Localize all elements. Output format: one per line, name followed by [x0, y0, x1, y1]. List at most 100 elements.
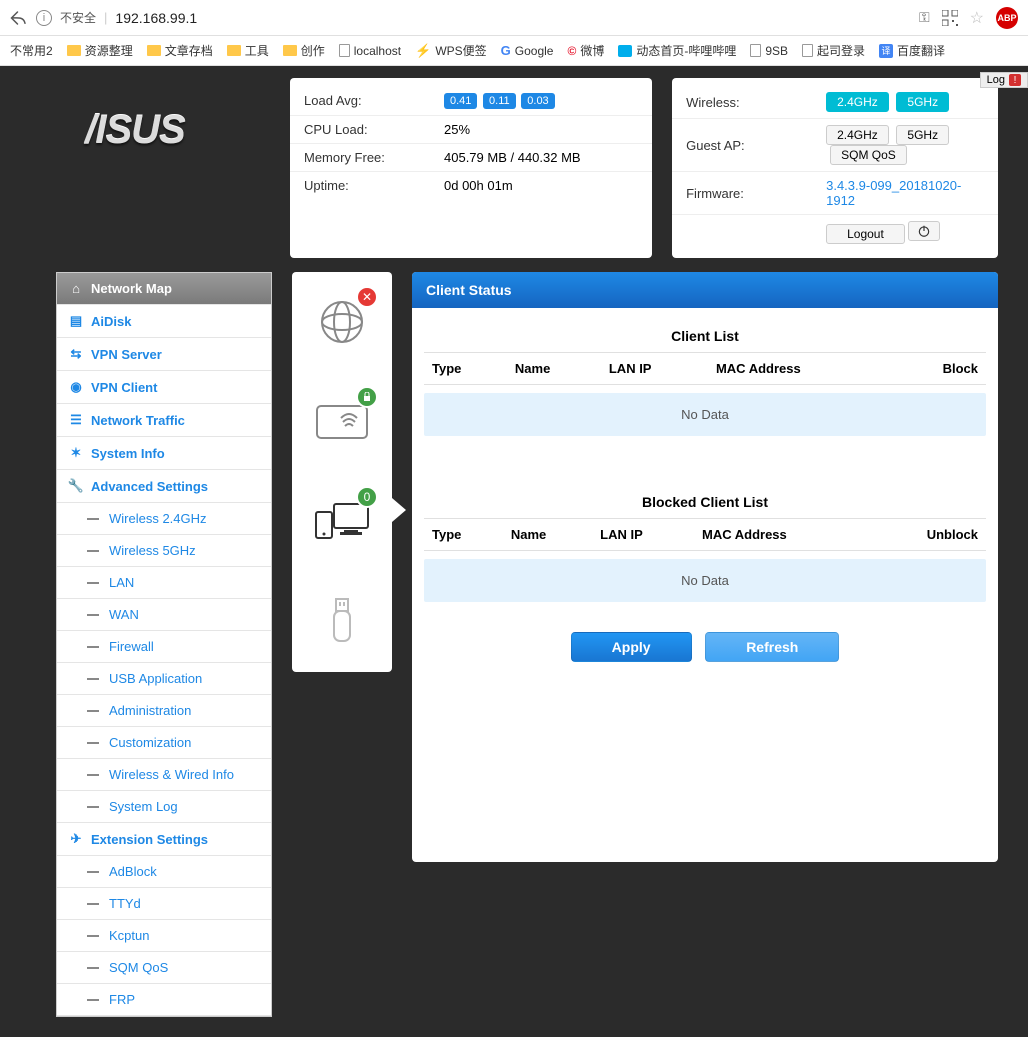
bookmark-item[interactable]: ©微博: [567, 42, 604, 59]
globe-icon: ◉: [69, 379, 83, 395]
bookmark-star-icon[interactable]: ☆: [970, 8, 984, 28]
cpu-load-link[interactable]: CPU Load:: [290, 116, 430, 144]
bookmark-item[interactable]: 动态首页-哔哩哔哩: [618, 42, 736, 59]
sidebar-sub-administration[interactable]: Administration: [57, 695, 271, 727]
guest-5ghz-button[interactable]: 5GHz: [896, 125, 949, 145]
sidebar-item-advanced-settings[interactable]: 🔧Advanced Settings: [57, 470, 271, 503]
translate-icon: 译: [879, 44, 893, 58]
wireless-24ghz-button[interactable]: 2.4GHz: [826, 92, 889, 112]
page-icon: [802, 44, 813, 57]
bookmark-item[interactable]: ⚡WPS便签: [415, 42, 487, 59]
sidebar-sub-kcptun[interactable]: Kcptun: [57, 920, 271, 952]
bars-icon: ☰: [69, 412, 83, 428]
bolt-icon: ⚡: [415, 43, 431, 59]
google-icon: G: [501, 43, 511, 58]
disk-icon: ▤: [69, 313, 83, 329]
col-type: Type: [424, 353, 507, 385]
sidebar-item-system-info[interactable]: ✶System Info: [57, 437, 271, 470]
sidebar-sub-usb[interactable]: USB Application: [57, 663, 271, 695]
bookmark-item[interactable]: 起司登录: [802, 42, 865, 59]
sidebar-sub-wan[interactable]: WAN: [57, 599, 271, 631]
wireless-status-icon[interactable]: [312, 392, 372, 452]
log-tab[interactable]: Log!: [980, 72, 1028, 88]
password-key-icon[interactable]: ⚿: [919, 9, 930, 26]
refresh-button[interactable]: Refresh: [705, 632, 839, 662]
apply-button[interactable]: Apply: [571, 632, 692, 662]
usb-status-icon[interactable]: [312, 592, 372, 652]
sidebar-item-network-traffic[interactable]: ☰Network Traffic: [57, 404, 271, 437]
firmware-label: Firmware:: [672, 172, 812, 215]
bookmark-item[interactable]: 资源整理: [67, 42, 133, 59]
col-name: Name: [507, 353, 601, 385]
bookmark-item[interactable]: 不常用2: [10, 42, 53, 59]
bookmark-item[interactable]: GGoogle: [501, 43, 554, 58]
loadavg-value: 0.41 0.11 0.03: [430, 86, 652, 116]
col-lanip: LAN IP: [592, 519, 694, 551]
loadavg-label: Load Avg:: [290, 86, 430, 116]
warning-icon: !: [1009, 74, 1021, 86]
sidebar-item-aidisk[interactable]: ▤AiDisk: [57, 305, 271, 338]
count-badge: 0: [356, 486, 378, 508]
sidebar-sub-wireless-wired-info[interactable]: Wireless & Wired Info: [57, 759, 271, 791]
bookmark-item[interactable]: 创作: [283, 42, 325, 59]
bookmark-item[interactable]: 9SB: [750, 44, 788, 58]
client-status-panel: Client Status Client List Type Name LAN …: [412, 272, 998, 862]
firmware-link[interactable]: 3.4.3.9-099_20181020-1912: [812, 172, 998, 215]
col-type: Type: [424, 519, 503, 551]
folder-icon: [67, 45, 81, 56]
guest-ap-buttons: 2.4GHz 5GHz SQM QoS: [812, 119, 998, 172]
memory-free-link[interactable]: Memory Free:: [290, 144, 430, 172]
internet-status-icon[interactable]: ✕: [312, 292, 372, 352]
page-icon: [750, 44, 761, 57]
sidebar-sub-firewall[interactable]: Firewall: [57, 631, 271, 663]
adblock-plus-icon[interactable]: ABP: [996, 7, 1018, 29]
folder-icon: [227, 45, 241, 56]
sidebar-sub-system-log[interactable]: System Log: [57, 791, 271, 823]
sidebar-sub-customization[interactable]: Customization: [57, 727, 271, 759]
sidebar-sub-adblock[interactable]: AdBlock: [57, 856, 271, 888]
sidebar-sub-lan[interactable]: LAN: [57, 567, 271, 599]
sidebar-sub-sqm-qos[interactable]: SQM QoS: [57, 952, 271, 984]
blocked-list-nodata: No Data: [424, 559, 986, 602]
uptime-label: Uptime:: [290, 172, 430, 200]
guest-24ghz-button[interactable]: 2.4GHz: [826, 125, 889, 145]
sidebar-item-extension-settings[interactable]: ✈Extension Settings: [57, 823, 271, 856]
sidebar-sub-wireless-5[interactable]: Wireless 5GHz: [57, 535, 271, 567]
uptime-value: 0d 00h 01m: [430, 172, 652, 200]
sidebar-item-vpn-server[interactable]: ⇆VPN Server: [57, 338, 271, 371]
url-text[interactable]: 192.168.99.1: [115, 10, 197, 26]
lock-badge-icon: [356, 386, 378, 408]
insecure-label: 不安全: [60, 9, 96, 26]
bookmark-item[interactable]: 工具: [227, 42, 269, 59]
site-info-icon[interactable]: i: [36, 10, 52, 26]
back-icon[interactable]: [10, 9, 28, 27]
sidebar-sub-ttyd[interactable]: TTYd: [57, 888, 271, 920]
panel-title: Client Status: [412, 272, 998, 308]
page-icon: [339, 44, 350, 57]
memory-free-value: 405.79 MB / 440.32 MB: [430, 144, 652, 172]
bookmark-item[interactable]: 译百度翻译: [879, 42, 945, 59]
client-list-nodata: No Data: [424, 393, 986, 436]
guest-ap-label: Guest AP:: [672, 119, 812, 172]
sidebar-item-network-map[interactable]: ⌂Network Map: [57, 273, 271, 305]
col-name: Name: [503, 519, 592, 551]
sidebar-item-vpn-client[interactable]: ◉VPN Client: [57, 371, 271, 404]
folder-icon: [147, 45, 161, 56]
clients-status-icon[interactable]: 0: [312, 492, 372, 552]
bookmark-item[interactable]: localhost: [339, 44, 401, 58]
shuffle-icon: ✶: [69, 445, 83, 461]
swap-icon: ⇆: [69, 346, 83, 362]
home-icon: ⌂: [69, 281, 83, 296]
blocked-list-title: Blocked Client List: [424, 486, 986, 518]
logout-button[interactable]: Logout: [826, 224, 905, 244]
sqm-qos-button[interactable]: SQM QoS: [830, 145, 907, 165]
qr-icon[interactable]: [942, 9, 958, 26]
bookmark-item[interactable]: 文章存档: [147, 42, 213, 59]
plane-icon: ✈: [69, 831, 83, 847]
sidebar-sub-wireless-24[interactable]: Wireless 2.4GHz: [57, 503, 271, 535]
col-mac: MAC Address: [708, 353, 892, 385]
power-button[interactable]: [908, 221, 940, 241]
wireless-5ghz-button[interactable]: 5GHz: [896, 92, 949, 112]
wrench-icon: 🔧: [69, 478, 83, 494]
sidebar-sub-frp[interactable]: FRP: [57, 984, 271, 1016]
